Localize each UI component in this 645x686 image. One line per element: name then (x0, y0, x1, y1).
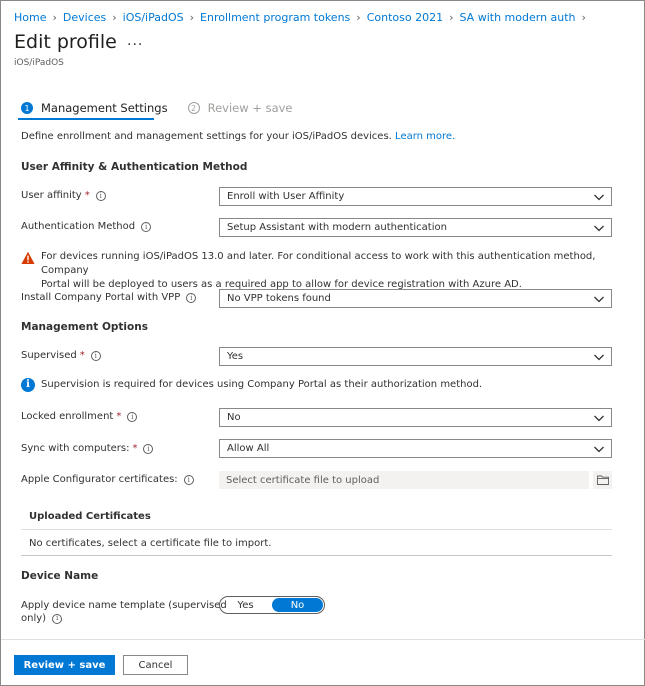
chevron-down-icon (594, 225, 604, 232)
certificate-file-input[interactable]: Select certificate file to upload (219, 471, 589, 489)
device-name-template-label: Apply device name template (supervised o… (21, 599, 227, 625)
breadcrumb-devices[interactable]: Devices (63, 11, 106, 24)
sync-computers-label: Sync with computers: * i (21, 443, 154, 454)
locked-enrollment-label: Locked enrollment * i (21, 411, 138, 422)
info-icon[interactable]: i (141, 221, 152, 232)
active-step-underline (18, 118, 154, 120)
info-filled-icon: i (21, 378, 35, 392)
chevron-down-icon (594, 446, 604, 453)
step-label: Management Settings (41, 101, 168, 115)
section-management-heading: Management Options (21, 321, 148, 333)
breadcrumb-separator-icon: › (112, 11, 117, 24)
locked-enrollment-dropdown[interactable]: No (219, 408, 612, 427)
field-label-text: User affinity (21, 190, 82, 201)
no-certificates-text: No certificates, select a certificate fi… (29, 538, 272, 549)
dropdown-value: Setup Assistant with modern authenticati… (227, 222, 447, 233)
chevron-down-icon (594, 296, 604, 303)
step-number-1: 1 (21, 102, 33, 114)
user-affinity-dropdown[interactable]: Enroll with User Affinity (219, 187, 612, 206)
auth-method-dropdown[interactable]: Setup Assistant with modern authenticati… (219, 218, 612, 237)
breadcrumb: Home › Devices › iOS/iPadOS › Enrollment… (14, 11, 592, 24)
section-device-name-heading: Device Name (21, 570, 99, 582)
wizard-step-review-save[interactable]: 2 Review + save (187, 98, 293, 118)
company-portal-dropdown[interactable]: No VPP tokens found (219, 289, 612, 308)
field-label-text: Apple Configurator certificates: (21, 474, 178, 485)
sync-computers-dropdown[interactable]: Allow All (219, 439, 612, 458)
breadcrumb-separator-icon: › (581, 11, 586, 24)
cancel-button[interactable]: Cancel (123, 655, 188, 675)
page-subtitle: iOS/iPadOS (14, 58, 64, 68)
breadcrumb-home[interactable]: Home (14, 11, 46, 24)
label-line-1: Apply device name template (supervised (21, 600, 227, 611)
info-icon[interactable]: i (90, 350, 101, 361)
required-mark: * (79, 350, 85, 361)
edit-profile-pane: Home › Devices › iOS/iPadOS › Enrollment… (0, 0, 645, 686)
required-mark: * (132, 443, 138, 454)
field-label-text: Supervised (21, 350, 77, 361)
wizard-step-management-settings[interactable]: 1 Management Settings (21, 98, 168, 118)
section-affinity-heading: User Affinity & Authentication Method (21, 161, 248, 173)
breadcrumb-separator-icon: › (189, 11, 195, 24)
toggle-option-no[interactable]: No (272, 598, 323, 612)
required-mark: * (84, 190, 90, 201)
page-description: Define enrollment and management setting… (21, 131, 455, 142)
info-icon[interactable]: i (183, 474, 194, 485)
divider (21, 555, 612, 556)
dropdown-value: No VPP tokens found (227, 293, 331, 304)
label-line-2: only) (21, 613, 47, 624)
info-icon[interactable]: i (186, 292, 197, 303)
breadcrumb-separator-icon: › (356, 11, 361, 24)
label-line-2-row: only) i (21, 612, 227, 625)
warning-icon (21, 251, 35, 264)
supervision-note: i Supervision is required for devices us… (21, 378, 482, 392)
warning-line-1: For devices running iOS/iPadOS 13.0 and … (41, 251, 596, 276)
footer-divider (1, 639, 645, 640)
info-icon[interactable]: i (52, 613, 63, 624)
user-affinity-label: User affinity * i (21, 190, 106, 201)
more-options-icon[interactable]: ... (127, 33, 143, 49)
field-label-text: Install Company Portal with VPP (21, 292, 181, 303)
dropdown-value: Allow All (227, 443, 270, 454)
toggle-option-yes[interactable]: Yes (220, 597, 271, 613)
chevron-down-icon (594, 354, 604, 361)
folder-icon (596, 475, 609, 485)
page-title: Edit profile (14, 31, 117, 53)
chevron-down-icon (594, 415, 604, 422)
description-text: Define enrollment and management setting… (21, 131, 392, 142)
warning-text: For devices running iOS/iPadOS 13.0 and … (41, 250, 644, 292)
note-text: Supervision is required for devices usin… (41, 379, 483, 390)
dropdown-value: No (227, 412, 241, 423)
chevron-down-icon (594, 194, 604, 201)
wizard-steps: 1 Management Settings 2 Review + save (21, 98, 293, 118)
uploaded-certificates-heading: Uploaded Certificates (29, 511, 151, 522)
company-portal-label: Install Company Portal with VPP i (21, 292, 197, 303)
breadcrumb-ios[interactable]: iOS/iPadOS (123, 11, 184, 24)
breadcrumb-contoso[interactable]: Contoso 2021 (367, 11, 443, 24)
device-name-template-toggle[interactable]: Yes No (219, 596, 325, 614)
supervised-label: Supervised * i (21, 350, 101, 361)
step-label: Review + save (207, 101, 293, 115)
info-icon[interactable]: i (95, 190, 106, 201)
step-number-2: 2 (187, 102, 200, 114)
browse-folder-button[interactable] (593, 471, 612, 489)
breadcrumb-separator-icon: › (449, 11, 454, 24)
info-icon[interactable]: i (143, 443, 154, 454)
divider (21, 529, 612, 530)
field-label-text: Sync with computers: (21, 443, 130, 454)
breadcrumb-enrollment-tokens[interactable]: Enrollment program tokens (200, 11, 350, 24)
auth-method-label: Authentication Method i (21, 221, 152, 232)
review-save-button[interactable]: Review + save (14, 655, 115, 675)
breadcrumb-separator-icon: › (52, 11, 57, 24)
breadcrumb-profile[interactable]: SA with modern auth (460, 11, 576, 24)
dropdown-value: Yes (227, 351, 244, 362)
field-label-text: Authentication Method (21, 221, 136, 232)
info-icon[interactable]: i (127, 411, 138, 422)
apple-configurator-label: Apple Configurator certificates: i (21, 474, 194, 485)
required-mark: * (116, 411, 122, 422)
field-label-text: Locked enrollment (21, 411, 114, 422)
dropdown-value: Enroll with User Affinity (227, 191, 345, 202)
warning-message: For devices running iOS/iPadOS 13.0 and … (21, 250, 644, 292)
supervised-dropdown[interactable]: Yes (219, 347, 612, 366)
learn-more-link[interactable]: Learn more. (395, 131, 455, 142)
